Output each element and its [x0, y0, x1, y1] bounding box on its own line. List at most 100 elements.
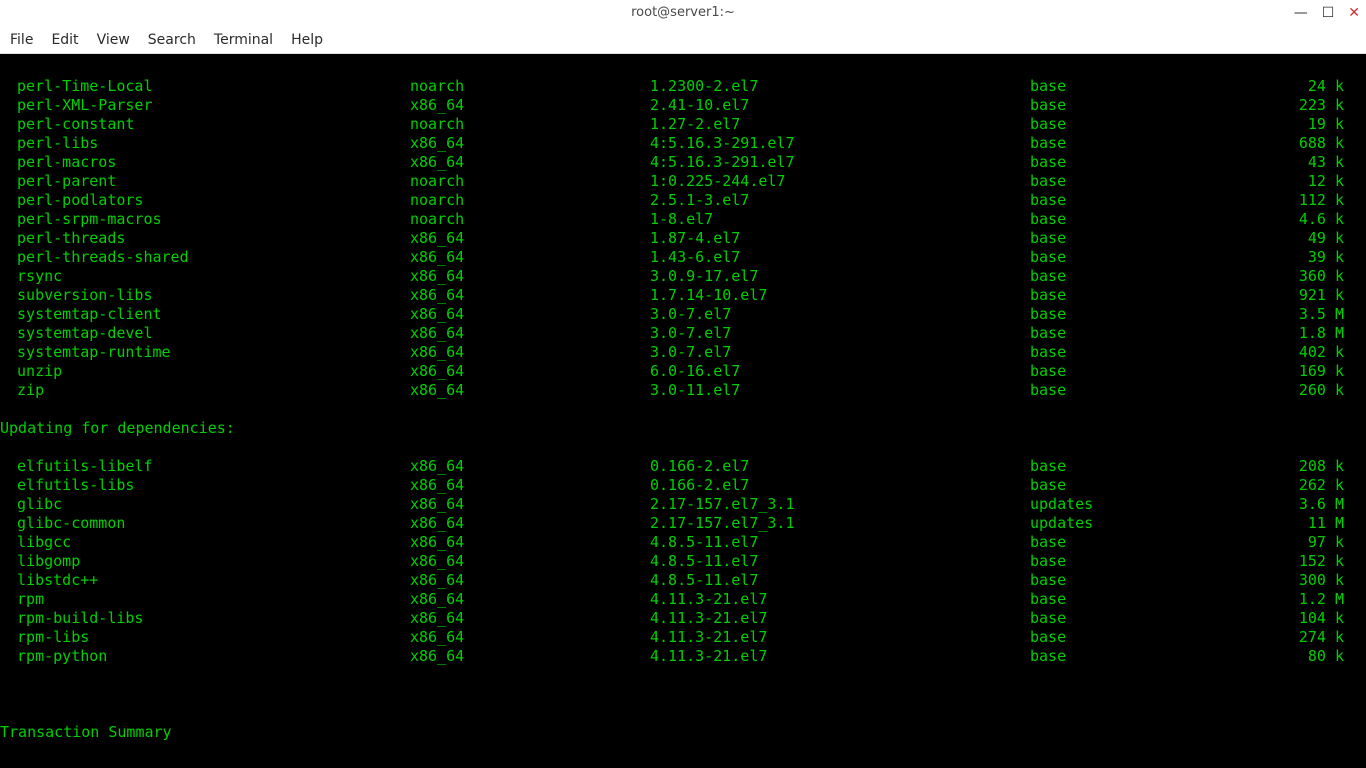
pkg-version: 2.5.1-3.el7 [650, 191, 1030, 210]
pkg-version: 4.11.3-21.el7 [650, 609, 1030, 628]
pkg-arch: x86_64 [410, 153, 650, 172]
pkg-repo: base [1030, 476, 1260, 495]
pkg-size: 921 k [1260, 286, 1366, 305]
pkg-arch: x86_64 [410, 324, 650, 343]
pkg-version: 1.43-6.el7 [650, 248, 1030, 267]
pkg-repo: base [1030, 457, 1260, 476]
pkg-version: 0.166-2.el7 [650, 457, 1030, 476]
package-row: systemtap-runtimex86_643.0-7.el7base402 … [0, 343, 1366, 362]
pkg-repo: base [1030, 172, 1260, 191]
pkg-version: 1:0.225-244.el7 [650, 172, 1030, 191]
pkg-repo: base [1030, 115, 1260, 134]
pkg-version: 1-8.el7 [650, 210, 1030, 229]
menu-file[interactable]: File [10, 32, 33, 48]
pkg-name: glibc [0, 495, 410, 514]
menu-view[interactable]: View [97, 32, 130, 48]
package-row: rsyncx86_643.0.9-17.el7base360 k [0, 267, 1366, 286]
updating-header: Updating for dependencies: [0, 419, 1366, 438]
pkg-arch: x86_64 [410, 229, 650, 248]
menu-terminal[interactable]: Terminal [214, 32, 273, 48]
pkg-arch: x86_64 [410, 571, 650, 590]
pkg-size: 360 k [1260, 267, 1366, 286]
pkg-version: 3.0-7.el7 [650, 305, 1030, 324]
pkg-repo: base [1030, 552, 1260, 571]
pkg-size: 208 k [1260, 457, 1366, 476]
pkg-arch: x86_64 [410, 476, 650, 495]
pkg-size: 97 k [1260, 533, 1366, 552]
pkg-version: 4.8.5-11.el7 [650, 533, 1030, 552]
package-row: glibc-commonx86_642.17-157.el7_3.1update… [0, 514, 1366, 533]
pkg-repo: base [1030, 267, 1260, 286]
blank-line [0, 685, 1366, 704]
pkg-size: 262 k [1260, 476, 1366, 495]
package-row: rpmx86_644.11.3-21.el7base1.2 M [0, 590, 1366, 609]
pkg-repo: base [1030, 590, 1260, 609]
pkg-arch: x86_64 [410, 495, 650, 514]
package-row: perl-srpm-macrosnoarch1-8.el7base4.6 k [0, 210, 1366, 229]
pkg-size: 12 k [1260, 172, 1366, 191]
package-row: perl-XML-Parserx86_642.41-10.el7base223 … [0, 96, 1366, 115]
package-row: perl-threads-sharedx86_641.43-6.el7base3… [0, 248, 1366, 267]
pkg-name: perl-Time-Local [0, 77, 410, 96]
pkg-size: 19 k [1260, 115, 1366, 134]
pkg-arch: x86_64 [410, 628, 650, 647]
pkg-repo: base [1030, 96, 1260, 115]
pkg-size: 169 k [1260, 362, 1366, 381]
pkg-repo: base [1030, 229, 1260, 248]
package-row: rpm-pythonx86_644.11.3-21.el7base80 k [0, 647, 1366, 666]
minimize-icon[interactable]: — [1294, 6, 1308, 20]
pkg-version: 1.27-2.el7 [650, 115, 1030, 134]
package-row: perl-libsx86_644:5.16.3-291.el7base688 k [0, 134, 1366, 153]
package-row: perl-parentnoarch1:0.225-244.el7base12 k [0, 172, 1366, 191]
pkg-size: 24 k [1260, 77, 1366, 96]
pkg-arch: x86_64 [410, 267, 650, 286]
package-row: libstdc++x86_644.8.5-11.el7base300 k [0, 571, 1366, 590]
pkg-size: 49 k [1260, 229, 1366, 248]
package-row: unzipx86_646.0-16.el7base169 k [0, 362, 1366, 381]
pkg-repo: base [1030, 381, 1260, 400]
pkg-repo: base [1030, 628, 1260, 647]
pkg-repo: base [1030, 533, 1260, 552]
pkg-size: 1.8 M [1260, 324, 1366, 343]
menu-edit[interactable]: Edit [51, 32, 78, 48]
pkg-repo: base [1030, 77, 1260, 96]
pkg-size: 112 k [1260, 191, 1366, 210]
pkg-size: 223 k [1260, 96, 1366, 115]
pkg-arch: x86_64 [410, 96, 650, 115]
package-row: perl-Time-Localnoarch1.2300-2.el7base24 … [0, 77, 1366, 96]
pkg-repo: updates [1030, 495, 1260, 514]
menubar: File Edit View Search Terminal Help [0, 26, 1366, 54]
pkg-name: perl-macros [0, 153, 410, 172]
package-row: systemtap-clientx86_643.0-7.el7base3.5 M [0, 305, 1366, 324]
pkg-arch: noarch [410, 172, 650, 191]
pkg-size: 260 k [1260, 381, 1366, 400]
pkg-version: 4:5.16.3-291.el7 [650, 153, 1030, 172]
package-row: glibcx86_642.17-157.el7_3.1updates3.6 M [0, 495, 1366, 514]
pkg-repo: base [1030, 210, 1260, 229]
pkg-repo: updates [1030, 514, 1260, 533]
close-icon[interactable]: ✕ [1348, 6, 1360, 20]
pkg-repo: base [1030, 362, 1260, 381]
pkg-arch: x86_64 [410, 590, 650, 609]
maximize-icon[interactable]: ☐ [1322, 6, 1335, 20]
pkg-size: 11 M [1260, 514, 1366, 533]
pkg-size: 1.2 M [1260, 590, 1366, 609]
pkg-version: 2.17-157.el7_3.1 [650, 495, 1030, 514]
pkg-name: perl-podlators [0, 191, 410, 210]
menu-help[interactable]: Help [291, 32, 323, 48]
window-titlebar: root@server1:~ — ☐ ✕ [0, 0, 1366, 26]
pkg-repo: base [1030, 305, 1260, 324]
pkg-size: 402 k [1260, 343, 1366, 362]
summary-rule: ========================================… [0, 761, 1366, 768]
package-row: perl-constantnoarch1.27-2.el7base19 k [0, 115, 1366, 134]
pkg-version: 2.41-10.el7 [650, 96, 1030, 115]
pkg-version: 2.17-157.el7_3.1 [650, 514, 1030, 533]
pkg-arch: x86_64 [410, 533, 650, 552]
pkg-arch: x86_64 [410, 609, 650, 628]
pkg-size: 688 k [1260, 134, 1366, 153]
menu-search[interactable]: Search [148, 32, 196, 48]
terminal-output[interactable]: perl-Time-Localnoarch1.2300-2.el7base24 … [0, 54, 1366, 768]
package-row: subversion-libsx86_641.7.14-10.el7base92… [0, 286, 1366, 305]
pkg-version: 4.8.5-11.el7 [650, 552, 1030, 571]
pkg-version: 6.0-16.el7 [650, 362, 1030, 381]
